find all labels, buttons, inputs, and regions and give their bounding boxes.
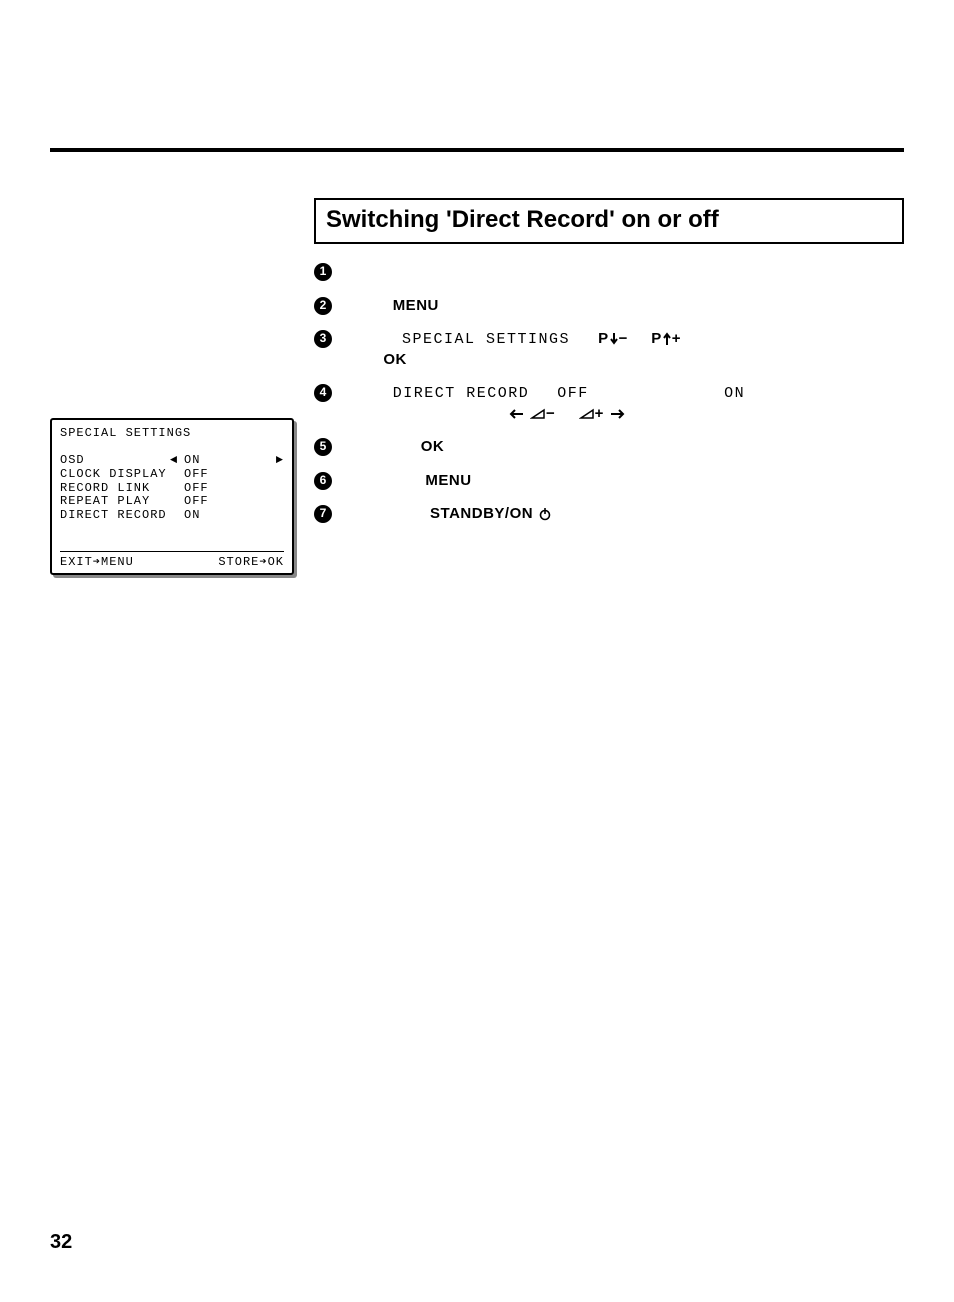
step-7: 7 STANDBY/ON: [314, 504, 904, 524]
page: SPECIAL SETTINGS OSD ◄ ON ► CLOCK DISPLA…: [0, 0, 954, 1302]
osd-row: REPEAT PLAY OFF: [60, 495, 284, 509]
step-text: OK: [346, 437, 444, 457]
step-text: MENU: [346, 296, 439, 316]
section-heading: Switching 'Direct Record' on or off: [326, 206, 719, 233]
step-bullet-icon: 2: [314, 297, 332, 315]
menu-button-label: MENU: [425, 472, 471, 489]
osd-row: RECORD LINK OFF: [60, 482, 284, 496]
step-bullet-icon: 1: [314, 263, 332, 281]
step-3: 3 SPECIAL SETTINGS P− P+ OK: [314, 329, 904, 369]
osd-footer-right: STORE➔OK: [218, 554, 284, 569]
step-text: [346, 262, 351, 282]
step-text: MENU: [346, 471, 472, 491]
triangle-right-icon: [579, 407, 595, 421]
osd-screenshot: SPECIAL SETTINGS OSD ◄ ON ► CLOCK DISPLA…: [50, 418, 294, 575]
two-column-layout: SPECIAL SETTINGS OSD ◄ ON ► CLOCK DISPLA…: [50, 198, 904, 575]
p-up-label: P: [651, 330, 662, 347]
osd-row-value: ON: [184, 509, 214, 523]
power-icon: [538, 507, 552, 521]
right-arrow-icon: ►: [214, 454, 284, 468]
osd-footer: EXIT➔MENU STORE➔OK: [60, 554, 284, 569]
section-heading-box: Switching 'Direct Record' on or off: [314, 198, 904, 244]
osd-menu-name: SPECIAL SETTINGS: [402, 331, 570, 348]
osd-divider: [60, 551, 284, 552]
step-5: 5 OK: [314, 437, 904, 457]
osd-row-label: RECORD LINK: [60, 482, 170, 496]
ok-button-label: OK: [383, 351, 407, 368]
step-6: 6 MENU: [314, 471, 904, 491]
osd-row-value: OFF: [184, 468, 214, 482]
value-off: OFF: [557, 385, 589, 402]
osd-row-label: OSD: [60, 454, 170, 468]
right-column: Switching 'Direct Record' on or off 1 2 …: [308, 198, 904, 538]
down-arrow-icon: [609, 332, 619, 346]
osd-row-value: OFF: [184, 482, 214, 496]
osd-item-name: DIRECT RECORD: [393, 385, 530, 402]
standby-button-label: STANDBY/ON: [430, 505, 533, 522]
step-text: STANDBY/ON: [346, 504, 552, 524]
step-text: SPECIAL SETTINGS P− P+ OK: [346, 329, 681, 369]
osd-title: SPECIAL SETTINGS: [60, 426, 284, 440]
left-column: SPECIAL SETTINGS OSD ◄ ON ► CLOCK DISPLA…: [50, 198, 308, 575]
left-arrow-icon: ◄: [170, 454, 184, 468]
value-on: ON: [724, 385, 745, 402]
step-bullet-icon: 6: [314, 472, 332, 490]
triangle-left-icon: [530, 407, 546, 421]
osd-rows: OSD ◄ ON ► CLOCK DISPLAY OFF RECOR: [60, 454, 284, 523]
top-divider: [50, 148, 904, 152]
p-down-label: P: [598, 330, 609, 347]
step-bullet-icon: 4: [314, 384, 332, 402]
step-4: 4 DIRECT RECORD OFF ON: [314, 383, 904, 423]
menu-button-label: MENU: [393, 297, 439, 314]
page-number: 32: [50, 1231, 72, 1254]
osd-footer-left: EXIT➔MENU: [60, 554, 134, 569]
step-bullet-icon: 7: [314, 505, 332, 523]
step-text: DIRECT RECORD OFF ON −: [346, 383, 745, 423]
ok-button-label: OK: [421, 438, 445, 455]
osd-row: DIRECT RECORD ON: [60, 509, 284, 523]
step-bullet-icon: 5: [314, 438, 332, 456]
step-1: 1: [314, 262, 904, 282]
up-arrow-icon: [662, 332, 672, 346]
step-2: 2 MENU: [314, 296, 904, 316]
right-arrow-icon: [609, 407, 625, 421]
content-area: SPECIAL SETTINGS OSD ◄ ON ► CLOCK DISPLA…: [50, 198, 904, 575]
osd-row: CLOCK DISPLAY OFF: [60, 468, 284, 482]
osd-row-label: CLOCK DISPLAY: [60, 468, 170, 482]
step-bullet-icon: 3: [314, 330, 332, 348]
osd-row-label: DIRECT RECORD: [60, 509, 170, 523]
osd-row-value: OFF: [184, 495, 214, 509]
left-arrow-icon: [509, 407, 525, 421]
osd-row-label: REPEAT PLAY: [60, 495, 170, 509]
osd-row-value: ON: [184, 454, 214, 468]
osd-row: OSD ◄ ON ►: [60, 454, 284, 468]
